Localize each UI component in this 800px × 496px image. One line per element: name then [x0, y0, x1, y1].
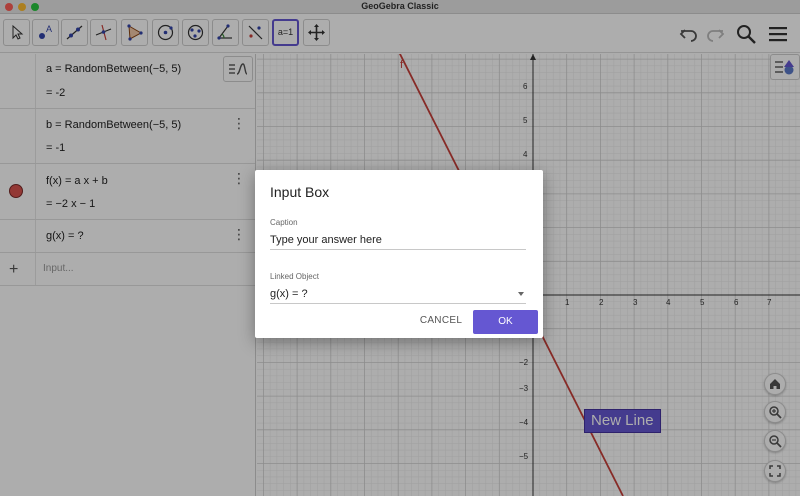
linked-object-value: g(x) = ?: [270, 288, 308, 300]
cancel-button[interactable]: CANCEL: [415, 311, 467, 331]
caption-label: Caption: [270, 218, 298, 227]
caption-input[interactable]: Type your answer here: [270, 232, 526, 250]
ok-button[interactable]: OK: [473, 310, 538, 334]
linked-object-dropdown[interactable]: g(x) = ?: [270, 286, 526, 304]
linked-object-label: Linked Object: [270, 272, 319, 281]
chevron-down-icon: [518, 292, 524, 296]
input-box-dialog: Input Box Caption Type your answer here …: [255, 170, 543, 338]
dialog-title: Input Box: [270, 184, 330, 200]
caption-value: Type your answer here: [270, 234, 382, 246]
